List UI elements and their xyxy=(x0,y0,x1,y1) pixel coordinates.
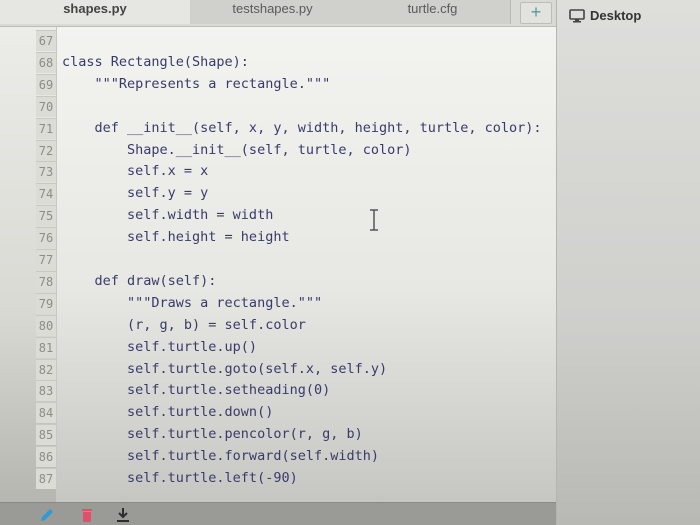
file-panel: Desktop xyxy=(556,0,700,525)
tab-turtle-cfg[interactable]: turtle.cfg xyxy=(355,0,511,24)
pencil-icon[interactable] xyxy=(38,506,56,524)
code-line: self.turtle.up() xyxy=(62,339,258,355)
code-line: """Represents a rectangle.""" xyxy=(62,76,331,92)
code-line: self.turtle.forward(self.width) xyxy=(62,448,379,464)
code-line: self.y = y xyxy=(62,185,209,201)
line-number: 67 xyxy=(36,30,56,51)
monitor-icon xyxy=(569,9,585,23)
desktop-label: Desktop xyxy=(590,8,642,23)
code-editor[interactable]: 67 68 class Rectangle(Shape): 69 """Represe… xyxy=(0,27,556,502)
code-line: self.turtle.left(-90) xyxy=(62,470,298,486)
code-line: self.turtle.pencolor(r, g, b) xyxy=(62,426,363,442)
line-number: 68 xyxy=(36,52,56,73)
code-line: self.turtle.setheading(0) xyxy=(62,382,331,398)
line-number: 80 xyxy=(36,315,56,336)
code-line: self.turtle.down() xyxy=(62,404,274,420)
line-number: 70 xyxy=(36,96,56,117)
line-number: 84 xyxy=(36,402,56,423)
line-number: 69 xyxy=(36,74,56,95)
line-number: 73 xyxy=(36,161,56,182)
line-number: 76 xyxy=(36,227,56,248)
text-cursor-icon xyxy=(370,209,378,231)
desktop-folder-item[interactable]: Desktop xyxy=(569,6,641,26)
trash-icon[interactable] xyxy=(78,506,96,524)
code-line: Shape.__init__(self, turtle, color) xyxy=(62,142,412,158)
line-number: 85 xyxy=(36,424,56,445)
line-number: 78 xyxy=(36,271,56,292)
download-icon[interactable] xyxy=(114,506,132,524)
code-line: self.turtle.goto(self.x, self.y) xyxy=(62,361,388,377)
code-line: self.x = x xyxy=(62,163,209,179)
code-line: def __init__(self, x, y, width, height, … xyxy=(62,120,542,136)
line-number: 72 xyxy=(36,140,56,161)
screen: shapes.py testshapes.py turtle.cfg + Des… xyxy=(0,0,700,525)
code-line: """Draws a rectangle.""" xyxy=(62,295,323,311)
code-line: def draw(self): xyxy=(62,273,217,289)
code-line: (r, g, b) = self.color xyxy=(62,317,306,333)
code-line: self.width = width xyxy=(62,207,274,223)
add-tab-button[interactable]: + xyxy=(520,2,552,24)
line-number: 74 xyxy=(36,183,56,204)
tab-shapes-py[interactable]: shapes.py xyxy=(0,0,191,24)
line-number: 86 xyxy=(36,446,56,467)
line-number: 77 xyxy=(36,249,56,270)
line-number: 87 xyxy=(36,468,56,489)
line-number: 75 xyxy=(36,205,56,226)
code-line: self.height = height xyxy=(62,229,290,245)
line-number: 81 xyxy=(36,337,56,358)
line-number: 83 xyxy=(36,380,56,401)
line-number: 79 xyxy=(36,293,56,314)
code-line: class Rectangle(Shape): xyxy=(62,54,249,70)
tab-testshapes-py[interactable]: testshapes.py xyxy=(190,0,356,24)
tab-bar: shapes.py testshapes.py turtle.cfg + xyxy=(0,0,556,27)
line-number: 82 xyxy=(36,359,56,380)
line-number: 71 xyxy=(36,118,56,139)
bottom-toolbar xyxy=(0,502,556,525)
